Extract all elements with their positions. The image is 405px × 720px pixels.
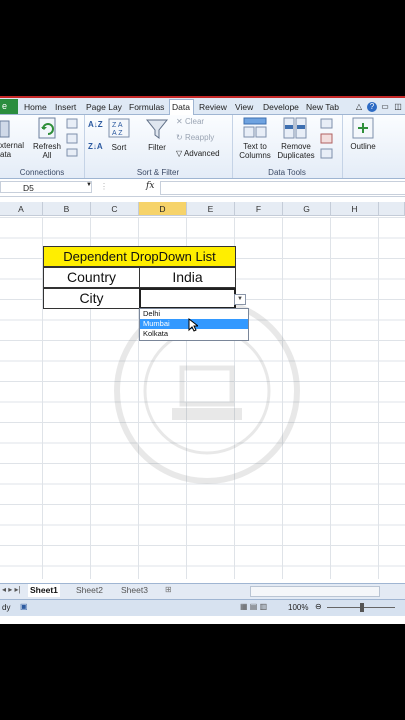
clear-icon: ✕ — [176, 117, 185, 126]
tab-data[interactable]: Data — [169, 99, 194, 115]
tab-view[interactable]: View — [235, 100, 255, 114]
tab-review[interactable]: Review — [199, 100, 229, 114]
column-header-i[interactable] — [379, 202, 405, 216]
city-label-cell[interactable]: City — [43, 288, 140, 309]
insert-sheet-icon[interactable]: ⊞ — [165, 585, 172, 594]
remove-duplicates-button[interactable]: Remove Duplicates — [274, 142, 318, 160]
refresh-all-icon — [38, 117, 56, 139]
ribbon: xternal ata Refresh All Connections A↓Z … — [0, 115, 405, 179]
help-icon[interactable]: ? — [367, 102, 377, 112]
sort-a-z-icon[interactable]: A↓Z — [88, 120, 103, 129]
filter-button[interactable]: Filter — [143, 143, 171, 152]
tab-page-layout[interactable]: Page Lay — [86, 100, 122, 114]
column-header-g[interactable]: G — [283, 202, 331, 216]
sheet-tab-2[interactable]: Sheet2 — [76, 584, 103, 597]
group-data-tools: Text to Columns Remove Duplicates Data T… — [232, 115, 343, 178]
group-label-data-tools: Data Tools — [268, 168, 306, 177]
excel-window: e Home Insert Page Lay Formulas Data Rev… — [0, 96, 405, 624]
outline-button[interactable]: Outline — [344, 142, 382, 151]
mouse-cursor-icon — [188, 318, 198, 332]
status-bar: dy ▣ ▦ ▤ ▥ 100% ⊖ — [0, 599, 405, 616]
tab-insert[interactable]: Insert — [55, 100, 80, 114]
outline-icon — [352, 117, 374, 139]
data-tools-small-icons — [320, 118, 333, 159]
view-buttons[interactable]: ▦ ▤ ▥ — [240, 602, 267, 611]
horizontal-scrollbar[interactable] — [250, 586, 380, 597]
sort-icon: Z A A Z — [108, 118, 130, 138]
tab-file[interactable]: e — [0, 99, 18, 114]
ribbon-minimize-icon[interactable]: △ — [354, 102, 364, 112]
group-sort-filter: A↓Z Z↓A Z A A Z Sort Filter ✕ Clear ↻ Re… — [84, 115, 233, 178]
group-connections: xternal ata Refresh All Connections — [0, 115, 85, 178]
screen-bottom-edge — [0, 616, 405, 624]
window-minimize-icon[interactable]: ▭ — [380, 102, 390, 112]
column-header-d[interactable]: D — [139, 202, 187, 216]
column-header-c[interactable]: C — [91, 202, 139, 216]
name-box[interactable]: D5 — [0, 181, 92, 193]
country-label-cell[interactable]: Country — [43, 267, 140, 288]
reapply-button[interactable]: ↻ Reapply — [176, 133, 214, 142]
column-header-h[interactable]: H — [331, 202, 379, 216]
text-to-columns-icon — [243, 117, 267, 138]
country-value-cell[interactable]: India — [139, 267, 236, 288]
advanced-icon: ▽ — [176, 149, 184, 158]
ribbon-tab-bar: e Home Insert Page Lay Formulas Data Rev… — [0, 98, 405, 115]
formula-bar-dots-icon: ⋮ — [100, 182, 108, 191]
filter-funnel-icon — [145, 119, 169, 139]
svg-text:A Z: A Z — [112, 130, 123, 137]
sheet-tab-3[interactable]: Sheet3 — [121, 584, 148, 597]
tab-developer[interactable]: Develope — [263, 100, 299, 114]
remove-duplicates-icon — [283, 117, 307, 139]
group-outline: Outline — [342, 115, 405, 178]
status-ready-label: dy — [2, 603, 11, 612]
clear-filter-button[interactable]: ✕ Clear — [176, 117, 204, 126]
column-header-f[interactable]: F — [235, 202, 283, 216]
column-header-b[interactable]: B — [43, 202, 91, 216]
formula-bar: D5 ▼ ⋮ fx — [0, 179, 405, 197]
insert-function-icon[interactable]: fx — [146, 181, 154, 191]
window-restore-icon[interactable]: ◫ — [393, 102, 403, 112]
sheet-nav-icons[interactable]: ◂ ▸ ▸| — [2, 585, 21, 594]
tab-new-tab[interactable]: New Tab — [306, 100, 340, 114]
formula-input[interactable] — [160, 181, 405, 195]
tab-home[interactable]: Home — [24, 100, 48, 114]
get-external-data-button[interactable]: xternal ata — [0, 141, 26, 159]
zoom-slider-thumb[interactable] — [360, 603, 364, 612]
connection-small-icons — [66, 118, 78, 157]
zoom-out-icon[interactable]: ⊖ — [315, 602, 322, 611]
advanced-filter-button[interactable]: ▽ Advanced — [176, 149, 220, 158]
macro-record-icon[interactable]: ▣ — [20, 602, 28, 611]
zoom-level[interactable]: 100% — [288, 603, 308, 612]
name-box-dropdown-icon[interactable]: ▼ — [86, 182, 92, 188]
sheet-tab-bar: ◂ ▸ ▸| Sheet1 Sheet2 Sheet3 ⊞ — [0, 583, 405, 599]
reapply-icon: ↻ — [176, 133, 185, 142]
sort-button[interactable]: Sort — [106, 143, 132, 152]
external-data-icon — [0, 120, 10, 138]
group-label-connections: Connections — [19, 168, 65, 177]
column-header-e[interactable]: E — [187, 202, 235, 216]
tab-formulas[interactable]: Formulas — [129, 100, 165, 114]
group-label-sort-filter: Sort & Filter — [136, 168, 180, 177]
sheet-tab-1[interactable]: Sheet1 — [28, 584, 60, 597]
text-to-columns-button[interactable]: Text to Columns — [236, 142, 274, 160]
table-title[interactable]: Dependent DropDown List — [43, 246, 236, 267]
svg-text:Z A: Z A — [112, 122, 123, 129]
sort-z-a-icon[interactable]: Z↓A — [88, 142, 103, 151]
refresh-all-button[interactable]: Refresh All — [31, 142, 63, 160]
city-value-cell[interactable] — [139, 288, 236, 309]
column-header-a[interactable]: A — [0, 202, 43, 216]
dropdown-arrow-icon[interactable]: ▼ — [234, 294, 246, 305]
